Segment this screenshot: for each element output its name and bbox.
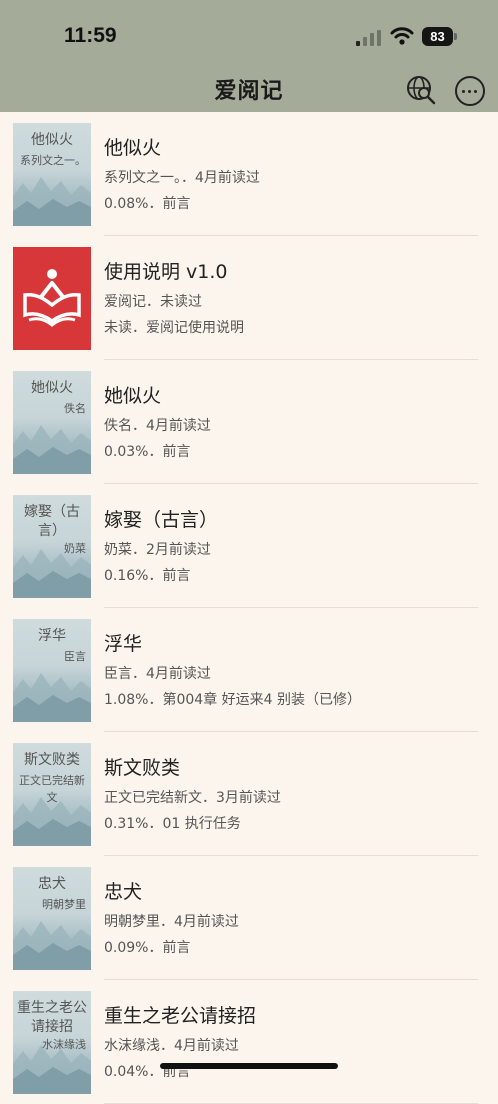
book-meta: 明朝梦里．4月前读过 — [104, 914, 239, 930]
cover-title: 浮华 — [38, 628, 66, 644]
book-meta: 爱阅记．未读过 — [104, 294, 202, 310]
book-cover: 重生之老公请接招 水沫缘浅 — [13, 991, 91, 1094]
book-item[interactable]: 浮华 臣言 浮华 臣言．4月前读过 1.08%．第004章 好运来4 别装（已修… — [0, 608, 498, 732]
home-indicator[interactable] — [160, 1063, 338, 1069]
wifi-icon — [390, 27, 414, 45]
globe-search-icon — [407, 76, 436, 105]
cover-title: 重生之老公请接招 — [17, 1000, 87, 1035]
battery-indicator: 83 — [422, 27, 453, 46]
book-cover: 嫁娶（古言） 奶菜 — [13, 495, 91, 598]
book-title: 使用说明 v1.0 — [104, 261, 228, 283]
bookshelf-list: 他似火 系列文之一。 他似火 系列文之一。．4月前读过 0.08%．前言 使用说… — [0, 112, 498, 1104]
book-title: 重生之老公请接招 — [104, 1005, 257, 1027]
book-title: 她似火 — [104, 385, 162, 407]
book-meta: 佚名．4月前读过 — [104, 418, 211, 434]
book-progress: 未读．爱阅记使用说明 — [104, 320, 244, 336]
battery-tip — [454, 33, 457, 40]
book-title: 斯文败类 — [104, 757, 181, 779]
cover-title: 斯文败类 — [24, 752, 80, 768]
book-meta: 奶菜．2月前读过 — [104, 542, 211, 558]
cover-author: 正文已完结新文 — [19, 774, 85, 804]
book-item[interactable]: 他似火 系列文之一。 他似火 系列文之一。．4月前读过 0.08%．前言 — [0, 112, 498, 236]
cover-title: 忠犬 — [38, 876, 66, 892]
book-cover: 浮华 臣言 — [13, 619, 91, 722]
book-progress: 0.16%．前言 — [104, 568, 191, 584]
cover-author: 系列文之一。 — [20, 154, 86, 167]
book-item[interactable]: 使用说明 v1.0 爱阅记．未读过 未读．爱阅记使用说明 — [0, 236, 498, 360]
book-cover: 他似火 系列文之一。 — [13, 123, 91, 226]
book-item[interactable]: 嫁娶（古言） 奶菜 嫁娶（古言） 奶菜．2月前读过 0.16%．前言 — [0, 484, 498, 608]
cover-title: 嫁娶（古言） — [24, 504, 80, 539]
cover-title: 他似火 — [31, 132, 73, 148]
book-progress: 0.03%．前言 — [104, 444, 191, 460]
book-meta: 正文已完结新文．3月前读过 — [104, 790, 281, 806]
app-header: 11:59 83 爱阅记 — [0, 0, 498, 112]
book-progress: 0.31%．01 执行任务 — [104, 816, 241, 832]
status-time: 11:59 — [64, 24, 117, 47]
book-title: 忠犬 — [104, 881, 143, 903]
book-cover: 忠犬 明朝梦里 — [13, 867, 91, 970]
book-cover: 斯文败类 正文已完结新文 — [13, 743, 91, 846]
book-item[interactable]: 她似火 佚名 她似火 佚名．4月前读过 0.03%．前言 — [0, 360, 498, 484]
cellular-signal-icon — [356, 30, 381, 46]
book-item[interactable]: 斯文败类 正文已完结新文 斯文败类 正文已完结新文．3月前读过 0.31%．01… — [0, 732, 498, 856]
book-title: 他似火 — [104, 137, 162, 159]
book-item[interactable]: 忠犬 明朝梦里 忠犬 明朝梦里．4月前读过 0.09%．前言 — [0, 856, 498, 980]
search-button[interactable] — [405, 74, 437, 106]
cover-author: 水沫缘浅 — [42, 1038, 86, 1051]
book-meta: 臣言．4月前读过 — [104, 666, 211, 682]
book-title: 浮华 — [104, 633, 143, 655]
book-title: 嫁娶（古言） — [104, 509, 219, 531]
book-progress: 0.08%．前言 — [104, 196, 191, 212]
cover-author: 奶菜 — [64, 542, 86, 555]
book-cover — [13, 247, 91, 350]
cover-author: 佚名 — [64, 402, 86, 415]
cover-title: 她似火 — [31, 380, 73, 396]
cover-author: 臣言 — [64, 650, 86, 663]
more-options-button[interactable] — [455, 76, 485, 106]
book-item[interactable]: 重生之老公请接招 水沫缘浅 重生之老公请接招 水沫缘浅．4月前读过 0.04%．… — [0, 980, 498, 1104]
open-book-logo-icon — [23, 269, 81, 327]
book-meta: 水沫缘浅．4月前读过 — [104, 1038, 239, 1054]
more-icon — [462, 90, 465, 93]
book-progress: 1.08%．第004章 好运来4 别装（已修） — [104, 692, 362, 708]
book-meta: 系列文之一。．4月前读过 — [104, 170, 260, 186]
book-cover: 她似火 佚名 — [13, 371, 91, 474]
book-progress: 0.09%．前言 — [104, 940, 191, 956]
cover-author: 明朝梦里 — [42, 898, 86, 911]
